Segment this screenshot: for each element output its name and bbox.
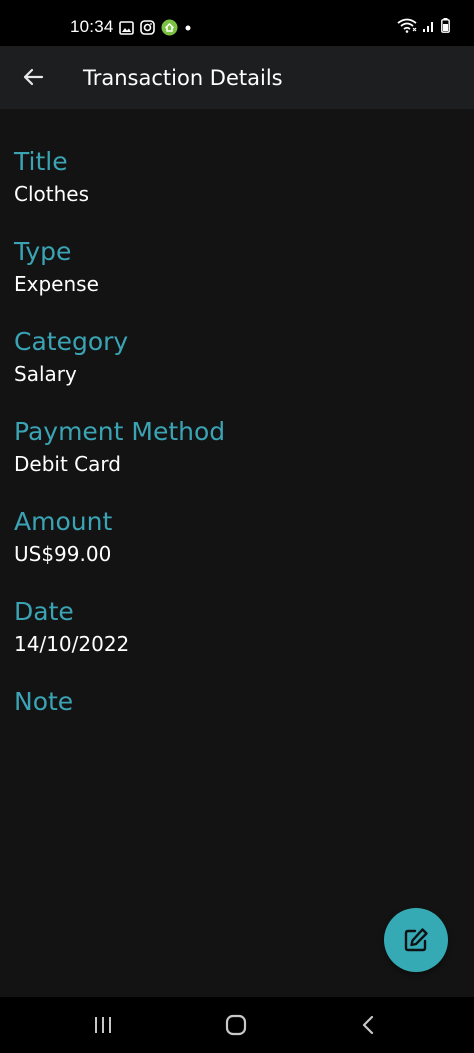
notification-icons: [119, 19, 192, 36]
transaction-details-screen: 10:34 Transaction Details Title Clothes …: [0, 0, 474, 1053]
nav-home-button[interactable]: [216, 1011, 256, 1039]
field-label: Payment Method: [14, 417, 226, 446]
app-bar: Transaction Details: [0, 46, 474, 109]
edit-icon: [404, 928, 428, 952]
status-time: 10:34: [70, 17, 114, 36]
field-payment-method: Payment Method Debit Card: [14, 415, 454, 505]
system-nav-bar: [0, 997, 474, 1053]
status-bar: 10:34: [0, 0, 474, 46]
system-status-icons: [397, 18, 450, 33]
back-button[interactable]: [14, 58, 52, 96]
field-category: Category Salary: [14, 325, 454, 415]
field-label: Title: [14, 147, 68, 176]
field-value: 14/10/2022: [14, 632, 130, 656]
field-date: Date 14/10/2022: [14, 595, 454, 685]
field-title: Title Clothes: [14, 145, 454, 235]
nav-back-button[interactable]: [348, 1011, 388, 1039]
field-label: Type: [14, 237, 72, 266]
field-label: Amount: [14, 507, 113, 536]
instagram-icon: [140, 20, 155, 35]
field-value: Expense: [14, 272, 99, 296]
arrow-back-icon: [23, 68, 44, 86]
field-value: Salary: [14, 362, 77, 386]
nav-recents-button[interactable]: [83, 1011, 123, 1039]
app-notification-icon: [161, 19, 178, 36]
recents-icon: [95, 1017, 111, 1033]
field-note: Note: [14, 685, 454, 775]
chevron-left-icon: [362, 1015, 374, 1035]
transaction-details: Title Clothes Type Expense Category Sala…: [14, 145, 454, 775]
field-value: Debit Card: [14, 452, 121, 476]
wifi-icon: [397, 18, 417, 33]
page-title: Transaction Details: [83, 66, 283, 90]
field-value: [14, 719, 454, 751]
signal-icon: [423, 21, 433, 32]
field-label: Note: [14, 687, 74, 716]
home-icon: [225, 1014, 247, 1036]
more-notifications-dot-icon: [185, 25, 191, 30]
field-amount: Amount US$99.00: [14, 505, 454, 595]
field-label: Date: [14, 597, 74, 626]
field-value: Clothes: [14, 182, 89, 206]
field-type: Type Expense: [14, 235, 454, 325]
field-value: US$99.00: [14, 542, 112, 566]
battery-icon: [441, 18, 450, 33]
gallery-icon: [119, 20, 134, 35]
field-label: Category: [14, 327, 129, 356]
edit-button[interactable]: [384, 908, 448, 972]
